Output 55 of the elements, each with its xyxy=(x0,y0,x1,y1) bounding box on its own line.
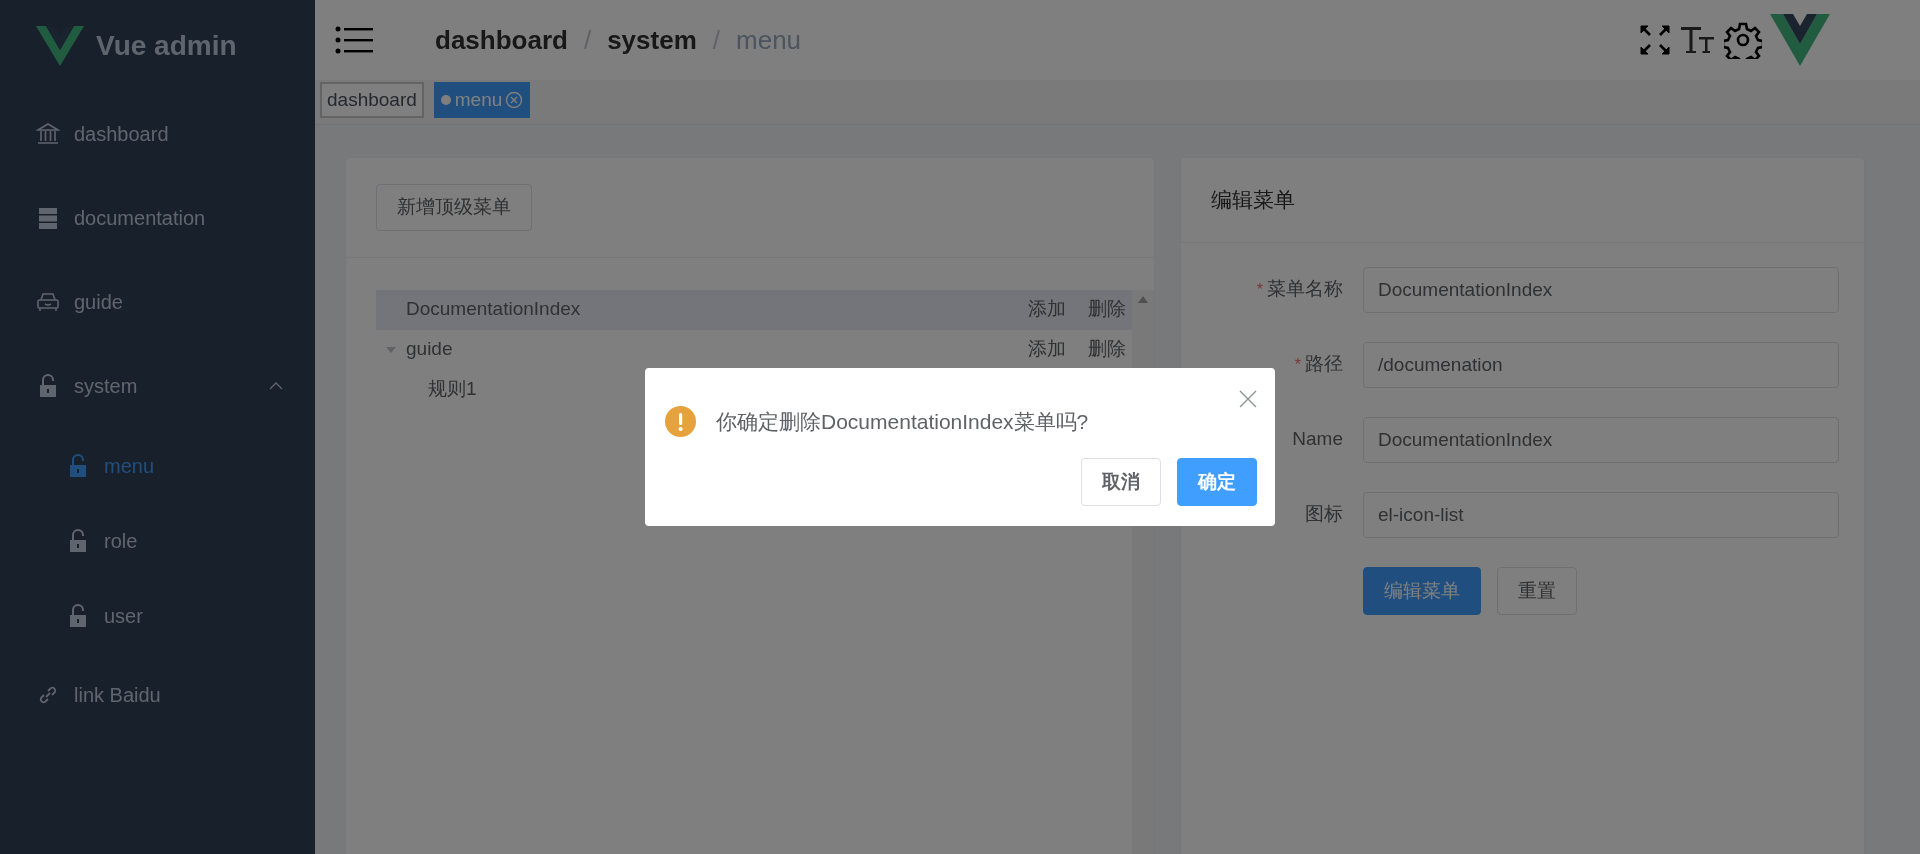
car-icon xyxy=(36,290,60,314)
text-field[interactable]: DocumentationIndex xyxy=(1363,416,1839,463)
sidebar-item[interactable]: guide xyxy=(0,260,315,344)
tree-action-link[interactable]: 删除 xyxy=(1088,335,1126,364)
sidebar-item[interactable]: link Baidu xyxy=(0,653,315,737)
fullscreen-icon xyxy=(1638,23,1672,57)
sidebar-item[interactable]: system xyxy=(0,344,315,428)
bank-icon xyxy=(36,122,60,146)
breadcrumb-item[interactable]: dashboard xyxy=(435,20,568,60)
close-icon xyxy=(505,91,524,109)
sidebar-item[interactable]: menu xyxy=(0,428,315,503)
card-title: 编辑菜单 xyxy=(1181,158,1864,243)
required-mark: * xyxy=(1256,279,1263,300)
app-title: Vue admin xyxy=(96,29,237,63)
menu-icon xyxy=(335,25,373,55)
field-label: 路径 xyxy=(1305,352,1343,377)
tree-row[interactable]: DocumentationIndex 添加 删除 xyxy=(376,289,1132,330)
tree-action-link[interactable]: 添加 xyxy=(1028,335,1066,364)
tree-node-label: guide xyxy=(406,337,454,362)
tree-node-label: DocumentationIndex xyxy=(406,297,582,322)
text-field[interactable]: el-icon-list xyxy=(1363,491,1839,538)
logo-icon xyxy=(1770,14,1830,66)
required-mark: * xyxy=(1294,354,1301,375)
tree-action-link[interactable]: 删除 xyxy=(1088,295,1126,324)
sidebar-item[interactable]: dashboard xyxy=(0,92,315,176)
tag[interactable]: menu xyxy=(433,82,531,118)
tag[interactable]: dashboard xyxy=(320,82,424,118)
sidebar-item[interactable]: user xyxy=(0,578,315,653)
scroll-up-icon xyxy=(1138,295,1148,303)
dot-icon xyxy=(440,95,451,105)
field-label: 菜单名称 xyxy=(1267,277,1343,302)
field-label: 图标 xyxy=(1305,502,1343,527)
dialog-message: 你确定删除DocumentationIndex菜单吗? xyxy=(716,409,1089,435)
warning-icon xyxy=(665,406,696,438)
settings-icon xyxy=(1724,21,1762,59)
tree-row[interactable]: guide 添加 删除 xyxy=(376,329,1132,370)
server-icon xyxy=(36,206,60,230)
breadcrumb-item[interactable]: system xyxy=(607,20,697,60)
close-icon xyxy=(1239,389,1257,408)
field-label: Name xyxy=(1292,427,1343,452)
tree-action-link[interactable]: 添加 xyxy=(1028,295,1066,324)
sidebar-item[interactable]: role xyxy=(0,503,315,578)
sidebar-item[interactable]: documentation xyxy=(0,176,315,260)
form-button[interactable]: 编辑菜单 xyxy=(1363,566,1481,615)
logo-icon xyxy=(36,26,84,66)
add-top-menu-button[interactable]: 新增顶级菜单 xyxy=(376,184,532,231)
breadcrumb-separator: / xyxy=(712,23,720,57)
breadcrumb-separator: / xyxy=(583,23,592,57)
font-size-icon xyxy=(1680,24,1716,56)
dialog-button[interactable]: 取消 xyxy=(1081,457,1161,506)
text-field[interactable]: /documenation xyxy=(1363,341,1839,388)
dialog-button[interactable]: 确定 xyxy=(1177,457,1257,506)
tree-node-label: 规则1 xyxy=(428,377,478,402)
form-button[interactable]: 重置 xyxy=(1497,566,1577,615)
text-field[interactable]: DocumentationIndex xyxy=(1363,266,1839,313)
